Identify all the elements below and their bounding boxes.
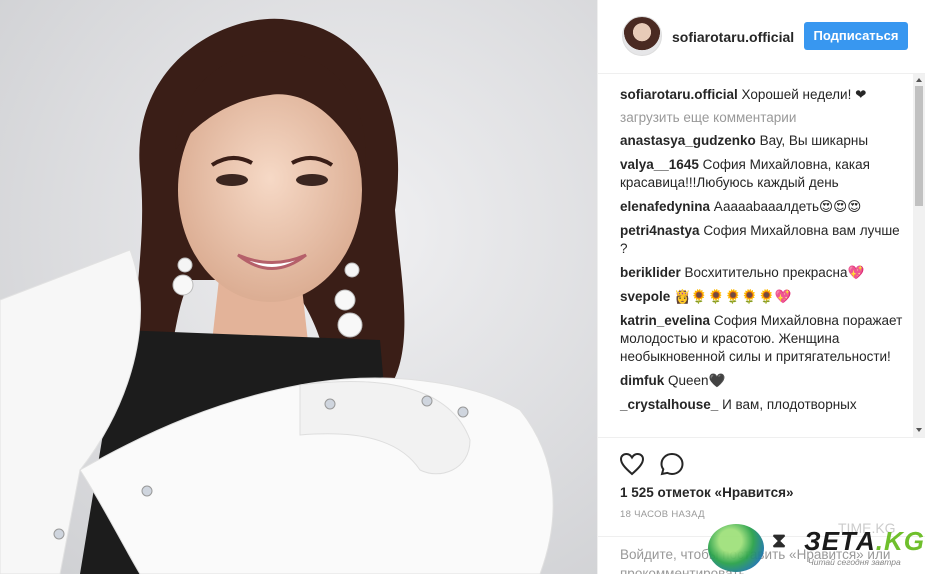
hourglass-logo-icon: ⧗ — [772, 530, 787, 552]
comment-author[interactable]: katrin_evelina — [620, 313, 710, 328]
comment-author[interactable]: valya__1645 — [620, 157, 699, 172]
comment-author[interactable]: dimfuk — [620, 373, 664, 388]
follow-button[interactable]: Подписаться — [804, 22, 908, 50]
comment-author[interactable]: petri4nastya — [620, 223, 700, 238]
comment-text: Восхитительно прекрасна💖 — [684, 265, 865, 280]
likes-count[interactable]: 1 525 отметок «Нравится» — [620, 485, 794, 500]
caption-author[interactable]: sofiarotaru.official — [620, 87, 738, 102]
comment-item: beriklider Восхитительно прекрасна💖 — [620, 264, 905, 282]
comment-item: dimfuk Queen🖤 — [620, 372, 905, 390]
watermark-brand: ЗЕТА.KG — [804, 526, 925, 557]
watermark-tld: .KG — [875, 526, 925, 556]
comment-item: petri4nastya София Михайловна вам лучше … — [620, 222, 905, 258]
globe-logo-icon — [708, 524, 764, 572]
comment-item: svepole 👸🌻🌻🌻🌻🌻💖 — [620, 288, 905, 306]
post-side-panel: sofiarotaru.official Подписаться sofiaro… — [597, 0, 925, 574]
comment-item: elenafedynina Аааааbaaaлдеть😍😍😍 — [620, 198, 905, 216]
load-more-comments-link[interactable]: загрузить еще комментарии — [620, 110, 905, 125]
comment-text: И вам, плодотворных — [722, 397, 857, 412]
comment-author[interactable]: beriklider — [620, 265, 681, 280]
avatar[interactable] — [622, 16, 662, 56]
comment-icon[interactable] — [658, 450, 686, 478]
comment-text: Queen🖤 — [668, 373, 726, 388]
comment-author[interactable]: anastasya_gudzenko — [620, 133, 756, 148]
comment-author[interactable]: elenafedynina — [620, 199, 710, 214]
portrait-image — [0, 0, 597, 574]
site-watermark: ⧗ TIME.KG ЗЕТА.KG Читай сегодня завтра — [708, 520, 925, 574]
watermark-brand-name: ЗЕТА — [804, 526, 876, 556]
scroll-up-arrow-icon[interactable] — [916, 78, 922, 82]
comments-list[interactable]: sofiarotaru.official Хорошей недели! ❤ з… — [598, 74, 925, 437]
post-photo[interactable] — [0, 0, 597, 574]
caption: sofiarotaru.official Хорошей недели! ❤ — [620, 86, 905, 104]
scroll-down-arrow-icon[interactable] — [916, 428, 922, 432]
comment-item: _crystalhouse_ И вам, плодотворных — [620, 396, 905, 414]
comment-item: valya__1645 София Михайловна, какая крас… — [620, 156, 905, 192]
comment-author[interactable]: svepole — [620, 289, 670, 304]
watermark-tagline: Читай сегодня завтра — [808, 557, 901, 567]
post-header: sofiarotaru.official Подписаться — [598, 0, 925, 74]
scrollbar-thumb[interactable] — [915, 86, 923, 206]
post-timestamp: 18 ЧАСОВ НАЗАД — [620, 509, 705, 520]
comments-scrollbar[interactable] — [913, 74, 925, 437]
comment-text: Аааааbaaaлдеть😍😍😍 — [713, 199, 862, 214]
comment-item: katrin_evelina София Михайловна поражает… — [620, 312, 905, 366]
comment-text: 👸🌻🌻🌻🌻🌻💖 — [674, 289, 792, 304]
post-author-username[interactable]: sofiarotaru.official — [672, 29, 794, 45]
heart-icon[interactable] — [618, 450, 646, 478]
comment-author[interactable]: _crystalhouse_ — [620, 397, 718, 412]
comment-item: anastasya_gudzenko Вау, Вы шикарны — [620, 132, 905, 150]
caption-text: Хорошей недели! ❤ — [741, 87, 867, 102]
comment-text: Вау, Вы шикарны — [759, 133, 869, 148]
